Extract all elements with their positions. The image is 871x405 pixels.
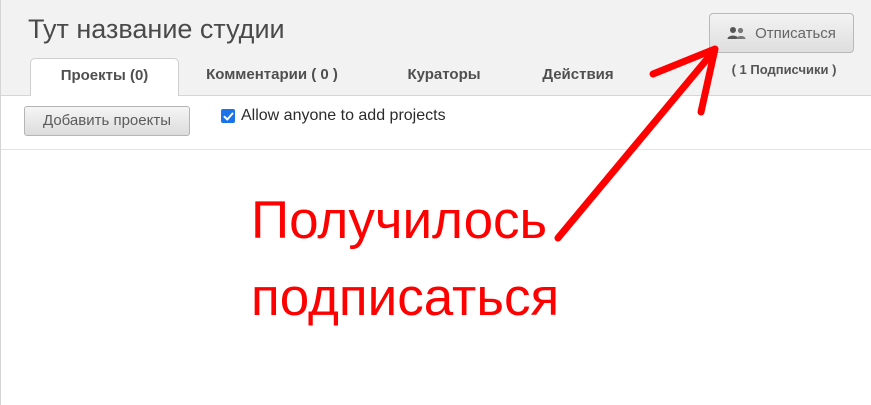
- tab-activity[interactable]: Действия: [528, 58, 628, 96]
- projects-toolbar: Добавить проекты Allow anyone to add pro…: [1, 96, 871, 150]
- annotation-line-1: Получилось: [251, 191, 548, 250]
- followers-count: ( 1 Подписчики ): [731, 62, 837, 77]
- studio-header: Тут название студии Проекты (0) Коммента…: [1, 0, 871, 97]
- users-icon: [727, 26, 747, 40]
- unfollow-button[interactable]: Отписаться: [709, 13, 854, 53]
- annotation-text: Получилось подписаться: [251, 182, 559, 336]
- add-projects-button[interactable]: Добавить проекты: [24, 106, 190, 136]
- annotation-line-2: подписаться: [251, 268, 560, 327]
- tab-projects[interactable]: Проекты (0): [30, 58, 179, 97]
- allow-anyone-label: Allow anyone to add projects: [241, 107, 446, 124]
- studio-title[interactable]: Тут название студии: [28, 14, 285, 45]
- unfollow-button-label: Отписаться: [755, 24, 836, 42]
- studio-page: Тут название студии Проекты (0) Коммента…: [0, 0, 871, 405]
- checkmark-icon: [223, 112, 233, 120]
- allow-anyone-option[interactable]: Allow anyone to add projects: [221, 107, 446, 125]
- tab-curators[interactable]: Кураторы: [390, 58, 498, 96]
- tab-comments[interactable]: Комментарии ( 0 ): [196, 58, 348, 96]
- allow-anyone-checkbox[interactable]: [221, 109, 235, 123]
